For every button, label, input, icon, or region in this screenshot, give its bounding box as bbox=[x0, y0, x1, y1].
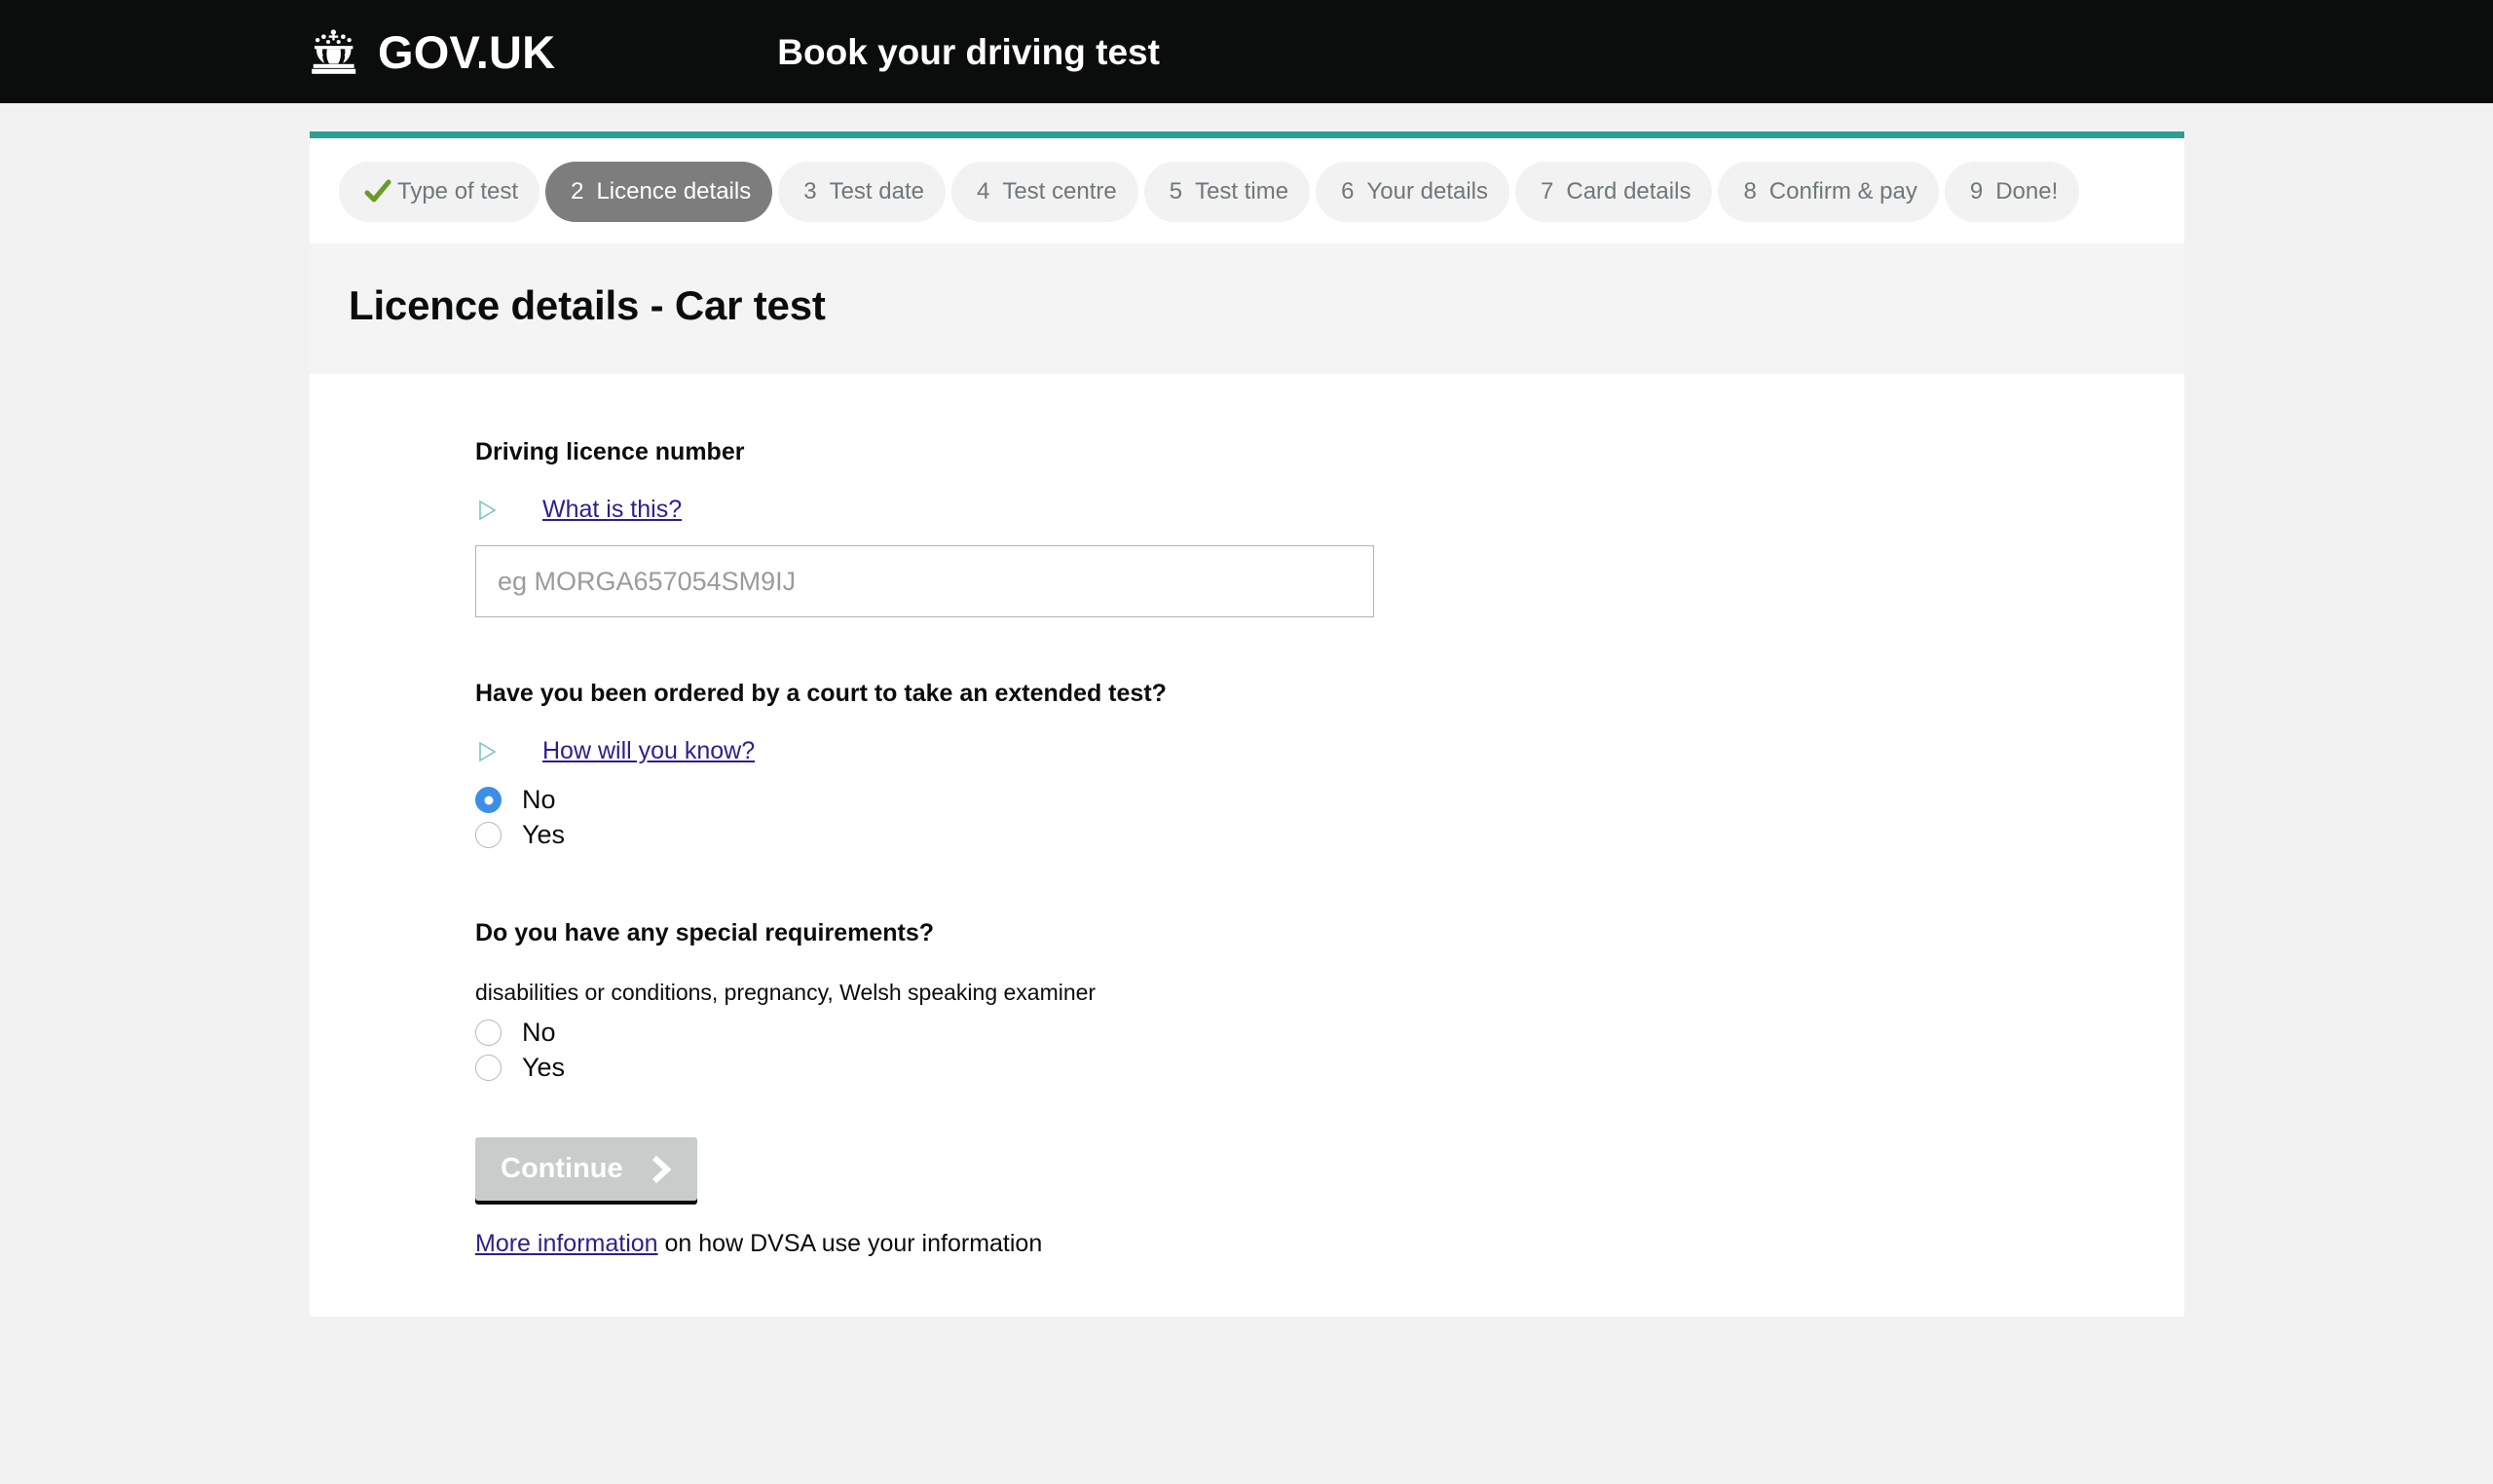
service-title: Book your driving test bbox=[777, 31, 1160, 72]
more-information-link[interactable]: More information bbox=[475, 1230, 658, 1257]
extended-test-radio-group: No Yes bbox=[475, 787, 2184, 848]
extended-test-section: Have you been ordered by a court to take… bbox=[475, 678, 2184, 848]
special-requirements-option-no[interactable]: No bbox=[475, 1018, 2184, 1048]
govuk-logo[interactable]: GOV.UK bbox=[304, 27, 555, 76]
step-label: Test date bbox=[829, 178, 924, 204]
radio-button[interactable] bbox=[475, 787, 502, 813]
page-title: Licence details - Car test bbox=[349, 282, 826, 328]
radio-button[interactable] bbox=[475, 1055, 502, 1082]
step-label: Your details bbox=[1366, 178, 1489, 204]
site-header: GOV.UK Book your driving test bbox=[0, 0, 2493, 103]
step-item-done[interactable]: 9 Done! bbox=[1944, 162, 2080, 222]
step-label: Card details bbox=[1566, 178, 1692, 204]
radio-label: Yes bbox=[522, 1053, 566, 1083]
privacy-note: More information on how DVSA use your in… bbox=[475, 1230, 2184, 1258]
step-item-licence-details[interactable]: 2 Licence details bbox=[545, 162, 773, 222]
special-requirements-radio-group: No Yes bbox=[475, 1018, 2184, 1083]
privacy-note-text: on how DVSA use your information bbox=[657, 1230, 1043, 1258]
licence-number-input[interactable] bbox=[475, 545, 1374, 617]
step-progress-bar: Type of test 2 Licence details 3 Test date 4 T… bbox=[310, 138, 2184, 243]
step-item-your-details[interactable]: 6 Your details bbox=[1316, 162, 1510, 222]
step-label: Test time bbox=[1195, 178, 1289, 204]
step-item-test-date[interactable]: 3 Test date bbox=[778, 162, 946, 222]
page-heading-band: Licence details - Car test bbox=[310, 243, 2184, 374]
radio-label: No bbox=[522, 785, 556, 814]
step-number: 6 bbox=[1341, 178, 1355, 204]
radio-label: No bbox=[522, 1018, 556, 1048]
how-will-you-know-link[interactable]: How will you know? bbox=[542, 737, 755, 765]
step-label: Confirm & pay bbox=[1768, 178, 1917, 204]
step-item-type-of-test[interactable]: Type of test bbox=[339, 162, 540, 222]
step-item-card-details[interactable]: 7 Card details bbox=[1515, 162, 1713, 222]
special-requirements-question: Do you have any special requirements? bbox=[475, 919, 934, 946]
licence-details-form: Driving licence number What is this? Hav… bbox=[310, 374, 2184, 1317]
crown-icon bbox=[304, 27, 364, 76]
special-requirements-hint: disabilities or conditions, pregnancy, W… bbox=[475, 980, 1097, 1005]
step-item-test-time[interactable]: 5 Test time bbox=[1143, 162, 1311, 222]
page-container: Type of test 2 Licence details 3 Test date 4 T… bbox=[310, 131, 2184, 1317]
step-label: Done! bbox=[1995, 178, 2059, 204]
govuk-wordmark: GOV.UK bbox=[378, 25, 556, 78]
radio-button[interactable] bbox=[475, 1020, 502, 1047]
extended-test-question: Have you been ordered by a court to take… bbox=[475, 680, 1167, 707]
extended-test-help-row[interactable]: How will you know? bbox=[475, 737, 2184, 765]
triangle-right-icon bbox=[475, 499, 499, 522]
step-number: 4 bbox=[976, 178, 990, 204]
extended-test-option-yes[interactable]: Yes bbox=[475, 822, 2184, 848]
radio-button[interactable] bbox=[475, 822, 502, 848]
licence-number-section: Driving licence number What is this? bbox=[475, 436, 2184, 617]
step-number: 7 bbox=[1541, 178, 1554, 204]
continue-button-label: Continue bbox=[501, 1153, 623, 1185]
special-requirements-option-yes[interactable]: Yes bbox=[475, 1053, 2184, 1083]
licence-help-row[interactable]: What is this? bbox=[475, 496, 2184, 524]
step-number: 3 bbox=[803, 178, 817, 204]
step-number: 5 bbox=[1169, 178, 1183, 204]
step-label: Licence details bbox=[596, 178, 752, 204]
chevron-right-icon bbox=[651, 1155, 672, 1184]
step-label: Type of test bbox=[397, 178, 519, 204]
check-icon bbox=[364, 178, 391, 205]
form-actions: Continue bbox=[475, 1137, 2184, 1202]
triangle-right-icon bbox=[475, 740, 499, 763]
step-item-confirm-pay[interactable]: 8 Confirm & pay bbox=[1718, 162, 1939, 222]
step-number: 9 bbox=[1969, 178, 1984, 204]
step-label: Test centre bbox=[1002, 178, 1117, 204]
what-is-this-link[interactable]: What is this? bbox=[542, 496, 682, 524]
extended-test-option-no[interactable]: No bbox=[475, 787, 2184, 813]
step-number: 8 bbox=[1743, 178, 1757, 204]
step-number: 2 bbox=[571, 178, 584, 204]
continue-button[interactable]: Continue bbox=[475, 1137, 697, 1202]
radio-label: Yes bbox=[522, 820, 566, 849]
licence-number-label: Driving licence number bbox=[475, 438, 745, 465]
step-item-test-centre[interactable]: 4 Test centre bbox=[950, 162, 1138, 222]
special-requirements-section: Do you have any special requirements? di… bbox=[475, 917, 2184, 1083]
